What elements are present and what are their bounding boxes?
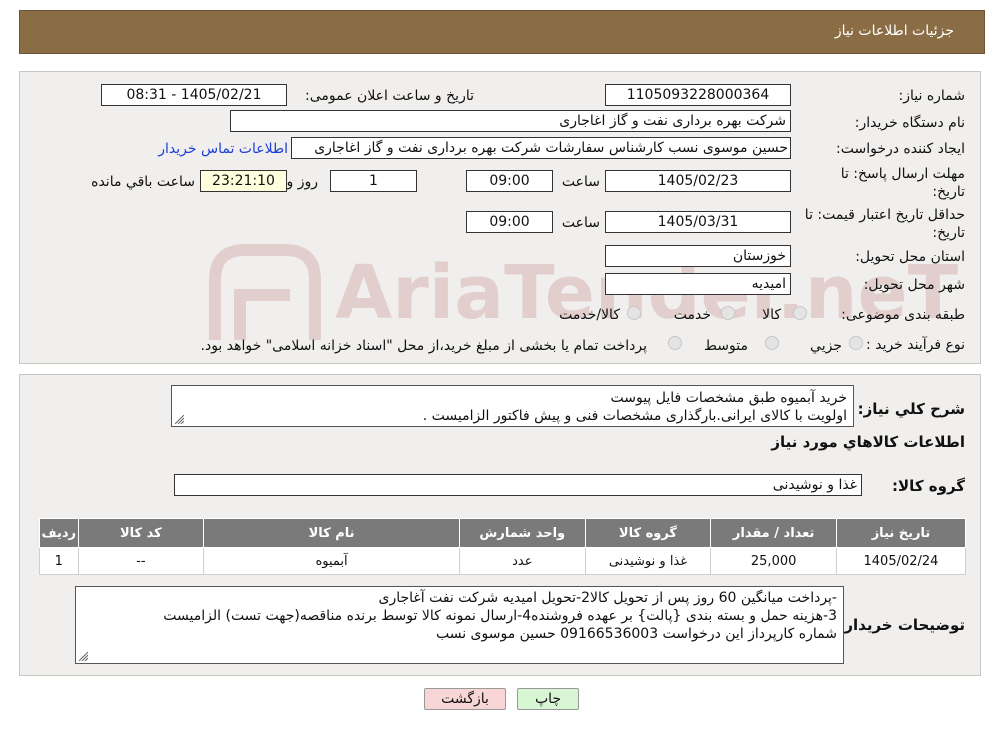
category-goods-radio[interactable] [793,306,807,320]
buyer-org-label: نام دستگاه خریدار: [854,115,965,131]
col-date-header: تاریخ نیاز [835,518,967,548]
table-header-row: رديف کد کالا نام کالا واحد شمارش گروه کا… [39,518,967,548]
buyer-notes-line-3: شماره کارپرداز این درخواست 09166536003 ح… [435,626,837,642]
delivery-province-field: خوزستان [605,245,791,267]
need-number-label: شماره نیاز: [898,88,966,104]
col-group-header: گروه کالا [584,518,712,548]
cell-date: 1405/02/24 [835,547,967,575]
delivery-city-field: امیدیه [605,273,791,295]
cell-code: -- [77,547,205,575]
col-name-header: نام کالا [203,518,460,548]
goods-group-field: غذا و نوشیدنی [174,474,862,496]
price-validity-label: حداقل تاریخ اعتبار قیمت: تا تاریخ: [804,207,965,241]
days-label: روز و [286,174,319,190]
time-remaining-label: ساعت باقي مانده [91,174,195,190]
purchase-medium-radio[interactable] [765,336,779,350]
reply-time-label: ساعت [561,174,600,190]
category-service-radio[interactable] [721,306,735,320]
col-code-header: کد کالا [77,518,205,548]
purchase-partial-label: جزيي [810,338,842,354]
cell-unit: عدد [458,547,586,575]
category-goods-service-radio[interactable] [627,306,641,320]
cell-name: آبمیوه [203,547,460,575]
summary-label: شرح کلي نياز: [857,400,965,418]
buyer-org-field: شرکت بهره برداری نفت و گاز اغاجاری [230,110,791,132]
col-row-header: رديف [39,518,79,548]
goods-info-title: اطلاعات کالاهاي مورد نياز [771,433,965,451]
time-remaining-field: 23:21:10 [200,170,287,192]
announce-datetime-field: 1405/02/21 - 08:31 [101,84,287,106]
col-unit-header: واحد شمارش [458,518,586,548]
buyer-notes-line-1: -پرداخت میانگین 60 روز پس از تحویل کالا2… [378,590,837,606]
price-validity-time-label: ساعت [561,215,600,231]
category-goods-label: کالا [762,307,781,323]
resize-grip-icon[interactable] [79,652,88,661]
purchase-treasury-radio[interactable] [668,336,682,350]
reply-deadline-date-field: 1405/02/23 [605,170,791,192]
back-button[interactable]: بازگشت [424,688,506,710]
print-button[interactable]: چاپ [517,688,579,710]
purchase-partial-radio[interactable] [849,336,863,350]
price-validity-time-field: 09:00 [466,211,553,233]
price-validity-date-field: 1405/03/31 [605,211,791,233]
summary-textarea[interactable]: خرید آبمیوه طبق مشخصات فایل پیوست اولویت… [171,385,854,427]
col-quantity-header: تعداد / مقدار [710,518,837,548]
purchase-type-label: نوع فرآیند خرید : [866,337,965,353]
page-header: جزئیات اطلاعات نیاز [19,10,985,54]
delivery-province-label: استان محل تحویل: [855,249,965,265]
category-label: طبقه بندی موضوعی: [841,307,965,323]
category-goods-service-label: کالا/خدمت [559,307,620,323]
goods-table: رديف کد کالا نام کالا واحد شمارش گروه کا… [39,518,967,575]
requester-field: حسین موسوی نسب کارشناس سفارشات شرکت بهره… [291,137,791,159]
buyer-contact-link[interactable]: اطلاعات تماس خریدار [158,141,288,157]
buyer-notes-label: توضیحات خریدار: [838,616,965,634]
buyer-notes-line-2: 3-هزینه حمل و بسته بندی {پالت} بر عهده ف… [163,608,837,624]
category-service-label: خدمت [673,307,711,323]
reply-deadline-time-field: 09:00 [466,170,553,192]
cell-group: غذا و نوشیدنی [584,547,712,575]
buyer-notes-textarea[interactable]: -پرداخت میانگین 60 روز پس از تحویل کالا2… [75,586,844,664]
table-row: 1 -- آبمیوه عدد غذا و نوشیدنی 25,000 140… [39,547,967,575]
days-remaining-field: 1 [330,170,417,192]
cell-quantity: 25,000 [710,547,837,575]
delivery-city-label: شهر محل تحویل: [863,277,965,293]
purchase-medium-label: متوسط [704,338,748,354]
resize-grip-icon[interactable] [175,415,184,424]
page-title: جزئیات اطلاعات نیاز [834,23,954,39]
need-number-field: 1105093228000364 [605,84,791,106]
requester-label: ایجاد کننده درخواست: [836,141,965,157]
purchase-treasury-note: پرداخت تمام یا بخشی از مبلغ خرید،از محل … [200,338,647,354]
summary-line-2: اولویت با کالای ایرانی.بارگذاری مشخصات ف… [422,408,847,424]
goods-group-label: گروه کالا: [892,477,965,495]
announce-datetime-label: تاریخ و ساعت اعلان عمومی: [305,88,474,104]
reply-deadline-label: مهلت ارسال پاسخ: تا تاریخ: [840,166,965,200]
summary-line-1: خرید آبمیوه طبق مشخصات فایل پیوست [610,390,848,406]
cell-row-number: 1 [39,547,79,575]
